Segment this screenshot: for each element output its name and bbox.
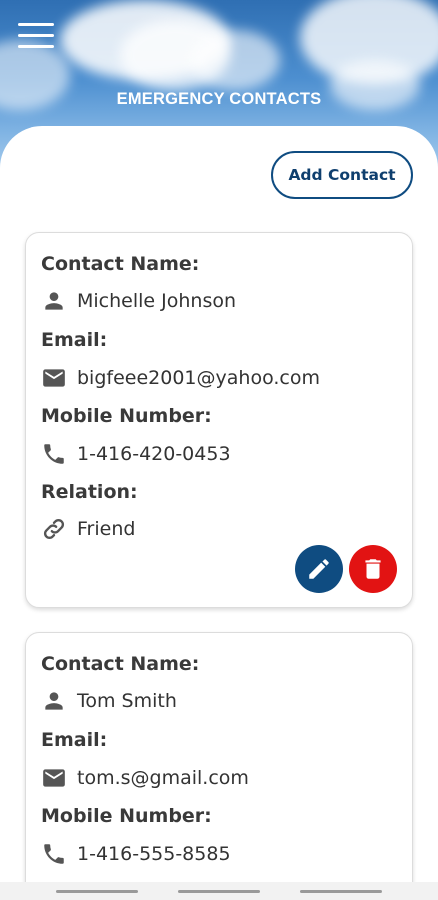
page-title: EMERGENCY CONTACTS	[116, 90, 322, 108]
person-icon	[45, 292, 63, 310]
contact-name-label: Contact Name:	[41, 253, 200, 275]
email-value: tom.s@gmail.com	[77, 767, 249, 789]
mobile-number-label: Mobile Number:	[41, 405, 212, 427]
hamburger-menu-icon[interactable]	[16, 21, 56, 51]
email-value: bigfeee2001@yahoo.com	[77, 367, 320, 389]
add-contact-button[interactable]: Add Contact	[271, 151, 413, 199]
contact-name-row: Michelle Johnson	[41, 288, 236, 314]
link-icon	[43, 518, 65, 540]
mobile-number-label: Mobile Number:	[41, 805, 212, 827]
edit-contact-button[interactable]	[295, 545, 343, 593]
email-icon	[43, 769, 65, 787]
email-icon	[43, 369, 65, 387]
contact-name-value: Michelle Johnson	[77, 290, 237, 312]
mobile-number-row: 1-416-420-0453	[41, 441, 231, 467]
mobile-number-value: 1-416-555-8585	[77, 843, 231, 865]
email-label: Email:	[41, 329, 108, 351]
email-row: bigfeee2001@yahoo.com	[41, 365, 320, 391]
contact-card: Contact Name: Michelle Johnson Email: bi…	[25, 232, 413, 608]
phone-icon	[44, 844, 64, 864]
delete-contact-button[interactable]	[349, 545, 397, 593]
email-label: Email:	[41, 729, 108, 751]
bottom-navigation-strip	[0, 882, 438, 900]
person-icon	[45, 692, 63, 710]
phone-icon	[44, 444, 64, 464]
email-row: tom.s@gmail.com	[41, 765, 249, 791]
mobile-number-row: 1-416-555-8585	[41, 841, 231, 867]
contact-card: Contact Name: Tom Smith Email: tom.s@gma…	[25, 632, 413, 900]
relation-label: Relation:	[41, 481, 138, 503]
pencil-icon	[309, 559, 329, 579]
relation-value: Friend	[77, 518, 136, 540]
contact-name-row: Tom Smith	[41, 688, 177, 714]
mobile-number-value: 1-416-420-0453	[77, 443, 231, 465]
contact-name-label: Contact Name:	[41, 653, 200, 675]
nav-bar-indicator[interactable]	[56, 890, 138, 893]
cloud-decoration	[190, 30, 280, 90]
nav-bar-indicator[interactable]	[178, 890, 260, 893]
nav-bar-indicator[interactable]	[300, 890, 382, 893]
emergency-contacts-screen: EMERGENCY CONTACTS Add Contact Contact N…	[0, 0, 438, 900]
trash-icon	[365, 559, 381, 579]
relation-row: Friend	[41, 516, 135, 542]
contact-name-value: Tom Smith	[77, 690, 177, 712]
